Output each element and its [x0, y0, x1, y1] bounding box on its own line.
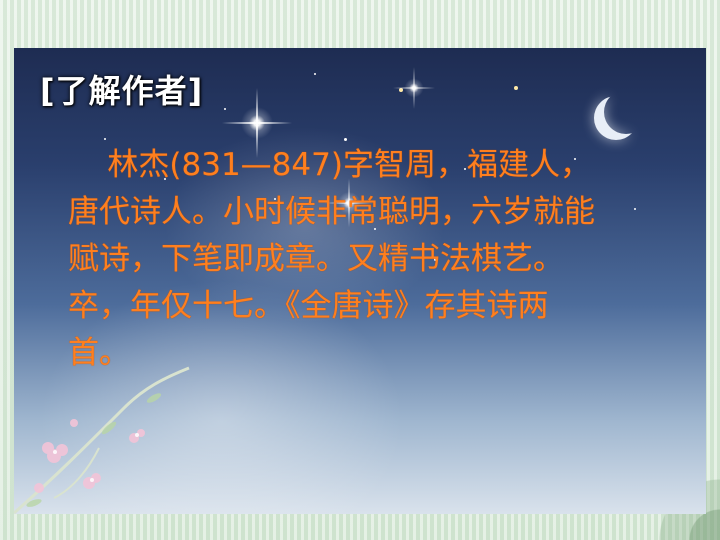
star-dot — [634, 208, 636, 210]
slide-heading: [了解作者] — [40, 72, 204, 110]
star-dot — [514, 86, 518, 90]
star-dot — [314, 73, 316, 75]
star-glint-icon — [393, 67, 435, 109]
slide-panel: [了解作者] 林杰(831—847)字智周，福建人，唐代诗人。小时候非常聪明，六… — [14, 48, 706, 514]
star-dot — [104, 138, 106, 140]
moon-icon — [604, 90, 648, 134]
star-dot — [344, 138, 347, 141]
author-introduction-text: 林杰(831—847)字智周，福建人，唐代诗人。小时候非常聪明，六岁就能赋诗，下… — [68, 147, 595, 371]
